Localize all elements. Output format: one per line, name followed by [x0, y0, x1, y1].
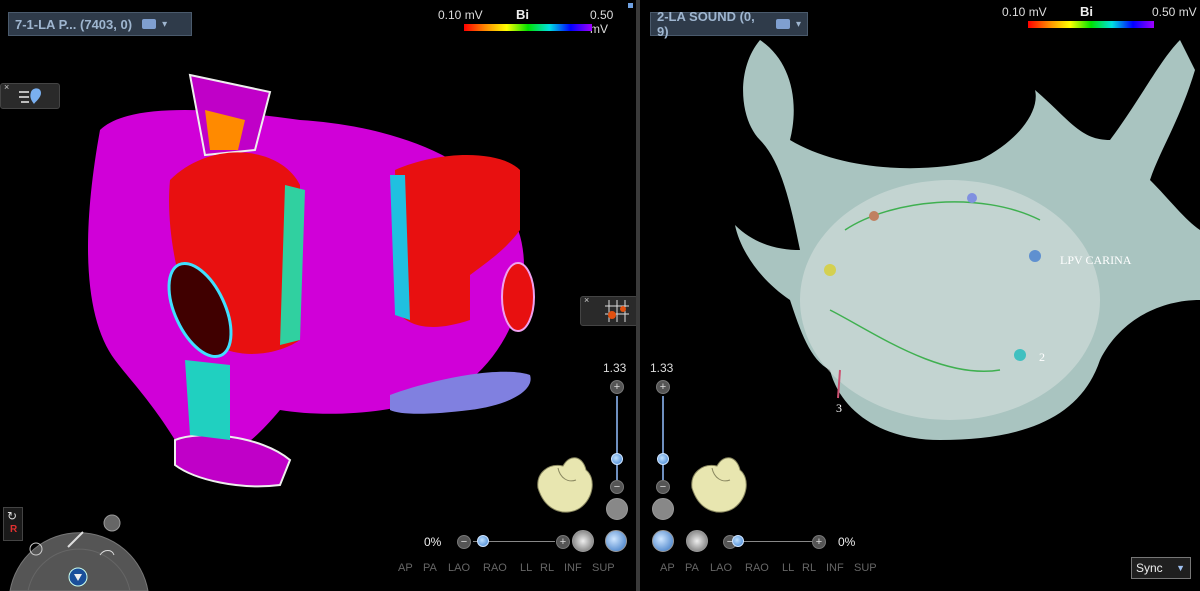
view-rl[interactable]: RL — [540, 562, 564, 574]
heart-view-button[interactable] — [606, 498, 628, 520]
zoom-out-button[interactable]: − — [656, 480, 670, 494]
heart-icon — [19, 88, 41, 104]
opacity-slider-knob[interactable] — [477, 535, 489, 547]
view-sync-icon[interactable] — [142, 19, 157, 29]
scale-min: 0.10 mV — [438, 8, 483, 22]
sync-dropdown[interactable]: Sync ▼ — [1131, 557, 1191, 579]
view-inf[interactable]: INF — [826, 562, 854, 574]
opacity-plus-button[interactable]: + — [812, 535, 826, 549]
left-viewport[interactable]: 7-1-LA P... (7403, 0) ▾ 0.10 mV Bi 0.50 … — [0, 0, 636, 591]
view-sync-icon[interactable] — [776, 19, 790, 29]
view-rao[interactable]: RAO — [483, 562, 520, 574]
zoom-slider-knob[interactable] — [611, 453, 623, 465]
scale-mode: Bi — [1080, 4, 1093, 19]
anatomy-heart-icon[interactable] — [682, 448, 752, 518]
right-view-title-tab[interactable]: 2-LA SOUND (0, 9) ▾ — [650, 9, 808, 39]
shell-highlight — [800, 180, 1100, 420]
floating-tool-heart[interactable]: × — [0, 82, 60, 109]
map-gradient-bottom — [185, 360, 230, 440]
zoom-slider-knob[interactable] — [657, 453, 669, 465]
reset-orientation-button[interactable]: ↻ R — [3, 507, 23, 541]
opacity-minus-button[interactable]: − — [457, 535, 471, 549]
caret-down-icon[interactable]: ▾ — [162, 19, 167, 30]
view-sup[interactable]: SUP — [854, 562, 884, 574]
marker-label-lpv-carina: LPV CARINA — [1060, 253, 1132, 267]
shading-sphere-button[interactable] — [686, 530, 708, 552]
orientation-r-icon: R — [10, 524, 18, 535]
left-view-presets: AP PA LAO RAO LL RL INF SUP — [398, 562, 622, 574]
view-ll[interactable]: LL — [782, 562, 802, 574]
marker-label-2: 2 — [1039, 350, 1045, 364]
opacity-value: 0% — [838, 535, 856, 549]
chevron-down-icon: ▼ — [1176, 563, 1185, 573]
shading-sphere-button[interactable] — [572, 530, 594, 552]
marker-dot-brown[interactable] — [869, 211, 879, 221]
marker-dot-yellow[interactable] — [824, 264, 836, 276]
vein-bottom — [174, 434, 292, 488]
view-rl[interactable]: RL — [802, 562, 826, 574]
zoom-value: 1.33 — [650, 361, 674, 375]
right-view-title: 2-LA SOUND (0, 9) — [657, 9, 755, 39]
scale-max: 0.50 mV — [1152, 5, 1197, 19]
heart-view-button[interactable] — [652, 498, 674, 520]
zoom-value: 1.33 — [603, 361, 627, 375]
right-color-scale: 0.10 mV Bi 0.50 mV — [1002, 4, 1198, 35]
zoom-out-button[interactable]: − — [610, 480, 624, 494]
ostium-right — [501, 262, 535, 332]
opacity-slider-knob[interactable] — [732, 535, 744, 547]
marker-dot-blue[interactable] — [967, 193, 977, 203]
view-rao[interactable]: RAO — [745, 562, 782, 574]
right-viewport[interactable]: LPV CARINA 2 3 2-LA SOUND (0, 9) ▾ 0.10 … — [640, 0, 1200, 591]
view-ll[interactable]: LL — [520, 562, 540, 574]
rotate-view-button[interactable] — [652, 530, 674, 552]
view-ap[interactable]: AP — [660, 562, 685, 574]
left-color-scale: 0.10 mV Bi 0.50 mV — [438, 7, 634, 38]
anatomy-heart-icon[interactable] — [528, 448, 598, 518]
view-lao[interactable]: LAO — [710, 562, 745, 574]
caret-down-icon[interactable]: ▾ — [796, 19, 801, 30]
floating-tool-grid[interactable]: × — [580, 295, 636, 326]
zoom-slider-track[interactable] — [616, 396, 618, 480]
grid-points-icon — [605, 300, 629, 322]
sync-label: Sync — [1136, 561, 1163, 575]
view-sup[interactable]: SUP — [592, 562, 622, 574]
opacity-value: 0% — [424, 535, 442, 549]
rotate-view-button[interactable] — [605, 530, 627, 552]
zoom-in-button[interactable]: + — [656, 380, 670, 394]
close-icon[interactable]: × — [584, 295, 589, 305]
refresh-icon: ↻ — [7, 509, 18, 523]
scale-mode: Bi — [516, 7, 529, 22]
close-icon[interactable]: × — [4, 82, 9, 92]
view-ap[interactable]: AP — [398, 562, 423, 574]
marker-label-3: 3 — [836, 401, 842, 415]
view-pa[interactable]: PA — [423, 562, 448, 574]
view-pa[interactable]: PA — [685, 562, 710, 574]
view-lao[interactable]: LAO — [448, 562, 483, 574]
left-view-title: 7-1-LA P... (7403, 0) — [15, 16, 133, 32]
scale-min: 0.10 mV — [1002, 5, 1047, 19]
scale-max: 0.50 mV — [590, 8, 614, 36]
right-view-presets: AP PA LAO RAO LL RL INF SUP — [660, 562, 884, 574]
left-view-title-tab[interactable]: 7-1-LA P... (7403, 0) ▾ — [8, 12, 192, 36]
corner-marker — [628, 3, 633, 8]
marker-dot-2[interactable] — [1014, 349, 1026, 361]
opacity-slider-track[interactable] — [739, 541, 813, 542]
marker-dot-carina[interactable] — [1029, 250, 1041, 262]
scale-gradient-bar — [464, 24, 592, 31]
navigation-dial[interactable] — [8, 507, 150, 591]
zoom-in-button[interactable]: + — [610, 380, 624, 394]
opacity-plus-button[interactable]: + — [556, 535, 570, 549]
scale-gradient-bar — [1028, 21, 1154, 28]
view-inf[interactable]: INF — [564, 562, 592, 574]
zoom-slider-track[interactable] — [662, 396, 664, 480]
